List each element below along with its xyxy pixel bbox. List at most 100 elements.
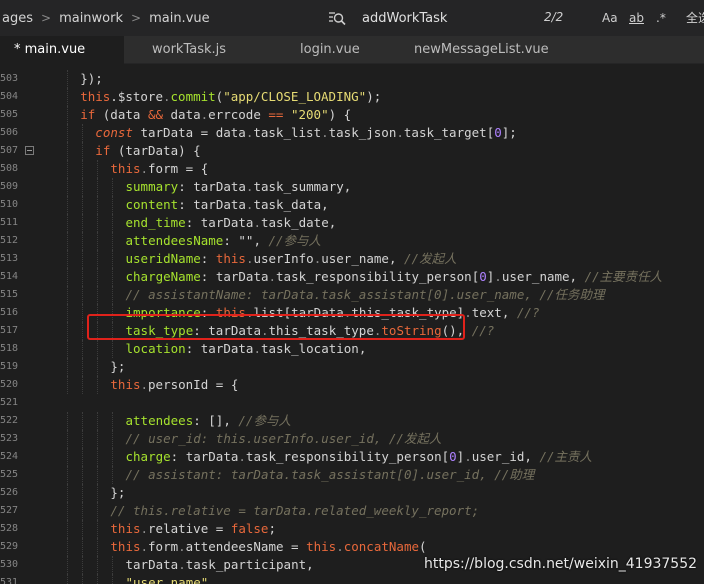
indent-guide <box>67 484 69 502</box>
breadcrumb: ages > mainwork > main.vue <box>0 11 210 26</box>
code-line[interactable]: const tarData = data.task_list.task_json… <box>95 124 517 142</box>
code-line[interactable]: chargeName: tarData.task_responsibility_… <box>126 268 663 286</box>
code-token: location <box>125 341 186 356</box>
indent-guide <box>82 232 84 250</box>
indent-guide <box>82 520 84 538</box>
code-token: . <box>178 539 186 554</box>
code-line[interactable]: this.personId = { <box>110 376 238 394</box>
line-number: 509 <box>0 181 19 192</box>
code-line[interactable]: if (tarData) { <box>95 142 200 160</box>
tab-worktask-js[interactable]: workTask.js <box>152 36 226 64</box>
line-number: 523 <box>0 433 19 444</box>
indent-guide <box>97 250 99 268</box>
indent-guide <box>97 358 99 376</box>
code-token: //参与人 <box>268 233 322 248</box>
code-token: $store <box>117 89 163 104</box>
indent-guide <box>82 178 84 196</box>
indent-guide <box>97 466 99 484</box>
code-token: . <box>396 125 404 140</box>
code-token: attendeesName = <box>185 539 307 554</box>
code-line[interactable]: "user_name" <box>126 574 209 584</box>
indent-guide <box>97 268 99 286</box>
code-token: concatName <box>343 539 419 554</box>
indent-guide <box>97 502 99 520</box>
code-line[interactable]: this.$store.commit("app/CLOSE_LOADING"); <box>80 88 381 106</box>
code-line[interactable]: end_time: tarData.task_date, <box>126 214 337 232</box>
code-line[interactable]: }); <box>80 70 103 88</box>
code-line[interactable]: attendees: [], //参与人 <box>126 412 291 430</box>
code-line[interactable]: useridName: this.userInfo.user_name, //发… <box>126 250 457 268</box>
indent-guide <box>112 574 114 584</box>
code-line[interactable]: tarData.task_participant, <box>126 556 314 574</box>
regex-icon[interactable]: .* <box>656 9 666 27</box>
code-line[interactable]: importance: this.list[tarData.this_task_… <box>126 304 540 322</box>
code-line[interactable]: // assistant: tarData.task_assistant[0].… <box>126 466 535 484</box>
code-token: }); <box>80 71 103 86</box>
code-line[interactable]: if (data && data.errcode == "200") { <box>80 106 351 124</box>
line-number: 518 <box>0 343 19 354</box>
indent-guide <box>67 286 69 304</box>
code-editor[interactable]: 503 504 505 506 507 508 509 510 511 512 513 514 515 5… <box>0 64 704 584</box>
code-token: (data <box>95 107 148 122</box>
code-line[interactable]: // user_id: this.userInfo.user_id, //发起人 <box>126 430 442 448</box>
indent-guide <box>82 286 84 304</box>
code-line[interactable]: }; <box>110 484 125 502</box>
code-line[interactable]: }; <box>110 358 125 376</box>
code-token: user_id, <box>471 449 540 464</box>
select-all-button[interactable]: 全选 <box>686 9 704 26</box>
indent-guide <box>97 232 99 250</box>
code-token: : <box>200 251 216 266</box>
line-number: 508 <box>0 163 19 174</box>
indent-guide <box>67 196 69 214</box>
search-icon[interactable] <box>328 9 346 27</box>
line-number: 526 <box>0 487 19 498</box>
indent-guide <box>112 232 114 250</box>
tab-main-vue[interactable]: * main.vue <box>0 36 124 64</box>
code-token: task_participant, <box>185 557 314 572</box>
indent-guide <box>67 448 69 466</box>
breadcrumb-item[interactable]: ages <box>2 11 33 26</box>
indent-guide <box>82 430 84 448</box>
code-line[interactable]: this.form = { <box>110 160 208 178</box>
line-number: 531 <box>0 577 19 584</box>
match-case-icon[interactable]: Aa <box>602 9 618 27</box>
code-token: task_summary, <box>253 179 352 194</box>
chevron-right-icon: > <box>41 11 52 25</box>
code-line[interactable]: task_type: tarData.this_task_type.toStri… <box>126 322 495 340</box>
fold-collapse-icon[interactable] <box>25 146 34 155</box>
tab-login-vue[interactable]: login.vue <box>300 36 360 64</box>
indent-guide <box>97 178 99 196</box>
code-token: // this.relative = tarData.related_weekl… <box>110 503 480 518</box>
search-input[interactable] <box>362 7 522 29</box>
code-token: relative = <box>148 521 231 536</box>
code-token: importance <box>125 305 201 320</box>
code-line[interactable]: attendeesName: "", //参与人 <box>126 232 322 250</box>
code-line[interactable]: content: tarData.task_data, <box>126 196 329 214</box>
tab-newmessagelist-vue[interactable]: newMessageList.vue <box>414 36 549 64</box>
code-token: useridName <box>125 251 201 266</box>
code-line[interactable]: this.relative = false; <box>110 520 276 538</box>
code-line[interactable]: summary: tarData.task_summary, <box>126 178 352 196</box>
line-number: 513 <box>0 253 19 264</box>
code-line[interactable]: this.form.attendeesName = this.concatNam… <box>110 538 426 556</box>
indent-guide <box>67 556 69 574</box>
code-token: ); <box>366 89 382 104</box>
code-line[interactable]: charge: tarData.task_responsibility_pers… <box>126 448 593 466</box>
indent-guide <box>82 502 84 520</box>
line-number: 515 <box>0 289 19 300</box>
line-number: 519 <box>0 361 19 372</box>
indent-guide <box>112 340 114 358</box>
code-token: data <box>163 107 201 122</box>
code-line[interactable]: // this.relative = tarData.related_weekl… <box>110 502 479 520</box>
whole-word-icon[interactable]: ab <box>629 9 644 27</box>
breadcrumb-item[interactable]: main.vue <box>149 11 210 26</box>
code-line[interactable]: location: tarData.task_location, <box>126 340 367 358</box>
indent-guide <box>97 484 99 502</box>
code-area[interactable]: }); this.$store.commit("app/CLOSE_LOADING… <box>40 64 704 584</box>
indent-guide <box>67 358 69 376</box>
code-line[interactable]: // assistantName: tarData.task_assistant… <box>126 286 605 304</box>
breadcrumb-item[interactable]: mainwork <box>59 11 123 26</box>
line-number: 510 <box>0 199 19 210</box>
line-number: 507 <box>0 145 19 156</box>
indent-guide <box>82 376 84 394</box>
